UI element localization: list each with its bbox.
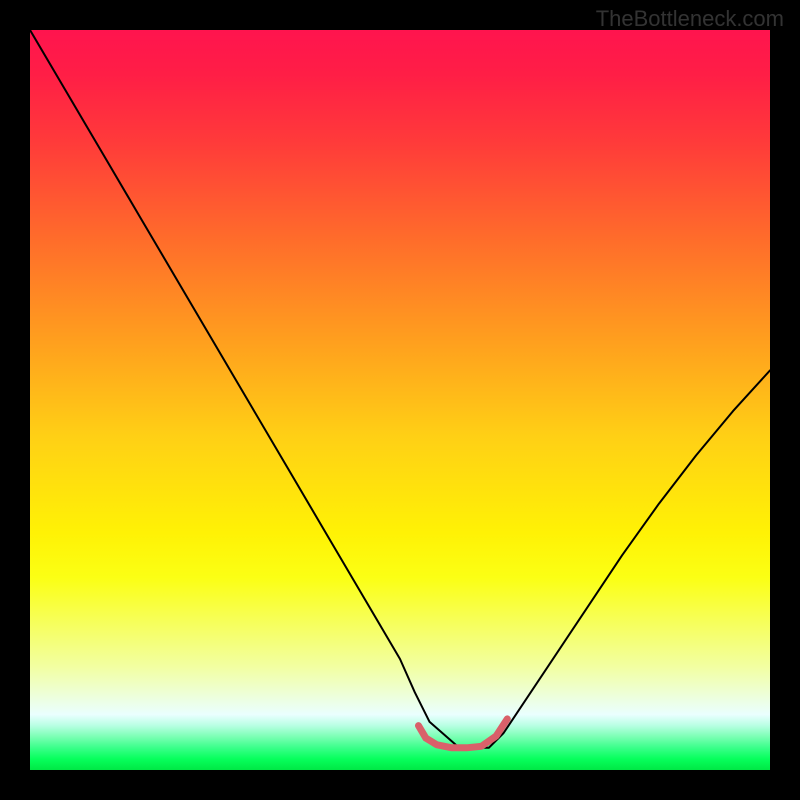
chart-svg <box>30 30 770 770</box>
curve-group <box>30 30 770 748</box>
plot-area <box>30 30 770 770</box>
watermark-text: TheBottleneck.com <box>596 6 784 32</box>
bottleneck-curve <box>30 30 770 748</box>
chart-frame: TheBottleneck.com <box>0 0 800 800</box>
